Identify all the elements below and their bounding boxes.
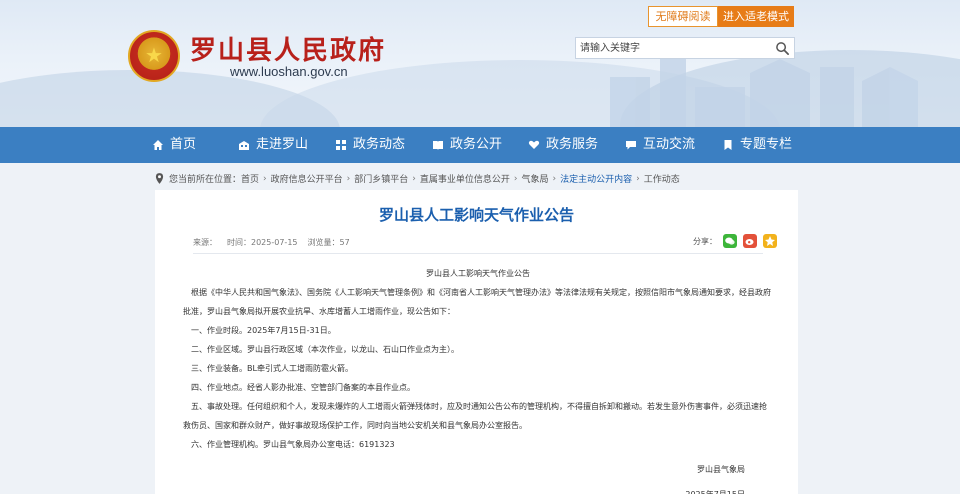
nav-item-label: 政务服务 <box>546 137 599 152</box>
article-time: 时间：2025-07-15 <box>227 237 298 248</box>
breadcrumb-item[interactable]: 直属事业单位信息公开 <box>420 172 510 185</box>
chat-icon <box>626 141 636 150</box>
article-meta: 来源： 时间：2025-07-15 浏览量：57 <box>193 237 350 248</box>
article-paragraph: 五、事故处理。任何组织和个人，发现未爆炸的人工增雨火箭弹残体时，应及时通知公告公… <box>183 402 767 430</box>
location-pin-icon <box>155 173 164 184</box>
article-body: 罗山县人工影响天气作业公告 根据《中华人民共和国气象法》、国务院《人工影响天气管… <box>183 264 773 494</box>
search-input[interactable] <box>580 40 770 56</box>
article-paragraph: 三、作业装备。BL牵引式人工增雨防雹火箭。 <box>191 364 353 373</box>
article-signature: 罗山县气象局 <box>697 465 745 474</box>
weibo-share-icon[interactable] <box>743 234 757 248</box>
elder-mode-button[interactable]: 进入适老模式 <box>718 6 794 27</box>
nav-item-news[interactable]: 政务动态 <box>335 127 405 163</box>
article-views-label: 浏览量： <box>307 238 340 247</box>
article-views: 浏览量：57 <box>308 237 350 248</box>
article-paragraph: 六、作业管理机构。罗山县气象局办公室电话：6191323 <box>191 440 395 449</box>
article-divider <box>193 253 763 254</box>
home-icon <box>153 140 163 150</box>
breadcrumb-item[interactable]: 法定主动公开内容 <box>560 172 632 185</box>
search-box <box>575 37 795 59</box>
article-source-label: 来源： <box>193 238 217 247</box>
accessible-reading-button[interactable]: 无障碍阅读 <box>648 6 718 27</box>
share-label: 分享： <box>693 236 717 246</box>
breadcrumb-separator: › <box>412 173 416 184</box>
building-icon <box>239 141 249 150</box>
article-title: 罗山县人工影响天气作业公告 <box>378 206 574 224</box>
article-date: 2025年7月15日 <box>183 485 773 494</box>
nav-item-about[interactable]: 走进罗山 <box>238 127 308 163</box>
nav-item-home[interactable]: 首页 <box>152 127 196 163</box>
nav-item-label: 互动交流 <box>643 137 696 152</box>
breadcrumb-item[interactable]: 部门乡镇平台 <box>354 172 408 185</box>
nav-item-label: 专题专栏 <box>740 137 793 152</box>
nav-item-disclosure[interactable]: 政务公开 <box>432 127 502 163</box>
article-panel: 罗山县人工影响天气作业公告 来源： 时间：2025-07-15 浏览量：57 分… <box>155 190 798 494</box>
nav-item-services[interactable]: 政务服务 <box>528 127 598 163</box>
breadcrumb-separator: › <box>263 173 267 184</box>
article-time-value: 2025-07-15 <box>251 238 298 247</box>
site-url: www.luoshan.gov.cn <box>230 64 348 79</box>
site-header: ★ 罗山县人民政府 www.luoshan.gov.cn 无障碍阅读 进入适老模… <box>0 0 960 127</box>
grid-icon <box>336 140 346 150</box>
article-paragraph: 二、作业区域。罗山县行政区域（本次作业，以龙山、石山口作业点为主）。 <box>191 345 459 354</box>
breadcrumb-separator: › <box>513 173 518 184</box>
breadcrumb-separator: › <box>346 173 351 184</box>
qzone-share-icon[interactable] <box>763 234 777 248</box>
breadcrumb-separator: › <box>552 173 557 184</box>
article-paragraph: 罗山县人工影响天气作业公告 <box>426 269 530 278</box>
nav-item-label: 政务公开 <box>450 137 503 152</box>
breadcrumb-item[interactable]: 首页 <box>241 172 259 185</box>
nav-item-label: 首页 <box>170 137 197 152</box>
article-paragraph: 根据《中华人民共和国气象法》、国务院《人工影响天气管理条例》和《河南省人工影响天… <box>183 288 771 316</box>
article-time-label: 时间： <box>227 238 251 247</box>
search-icon[interactable] <box>775 41 790 56</box>
main-nav: 首页 走进罗山 政务动态 政务公开 政务服务 互动交流 专题专栏 <box>0 127 960 163</box>
article-paragraph: 一、作业时段。2025年7月15日-31日。 <box>191 326 336 335</box>
article-paragraph: 四、作业地点。经省人影办批准、空管部门备案的本县作业点。 <box>191 383 415 392</box>
breadcrumb-item[interactable]: 气象局 <box>522 172 549 185</box>
nav-item-interaction[interactable]: 互动交流 <box>625 127 695 163</box>
share-bar: 分享： <box>693 234 777 248</box>
breadcrumb-separator: › <box>636 173 640 184</box>
breadcrumb: 您当前所在位置： 首页 › 政府信息公开平台 › 部门乡镇平台 › 直属事业单位… <box>155 172 680 185</box>
nav-item-label: 政务动态 <box>353 137 406 152</box>
bookmark-icon <box>724 140 732 150</box>
book-icon <box>433 141 443 150</box>
article-views-value: 57 <box>339 238 350 247</box>
breadcrumb-item[interactable]: 工作动态 <box>644 172 680 185</box>
breadcrumb-item[interactable]: 政府信息公开平台 <box>271 172 343 185</box>
wechat-share-icon[interactable] <box>723 234 737 248</box>
site-title: 罗山县人民政府 <box>190 36 387 66</box>
heart-hand-icon <box>528 140 540 149</box>
nav-item-topics[interactable]: 专题专栏 <box>722 127 792 163</box>
emblem-star-icon: ★ <box>145 42 163 67</box>
breadcrumb-prefix: 您当前所在位置： <box>169 175 242 185</box>
nav-item-label: 走进罗山 <box>256 137 309 152</box>
national-emblem-logo: ★ <box>128 30 180 82</box>
